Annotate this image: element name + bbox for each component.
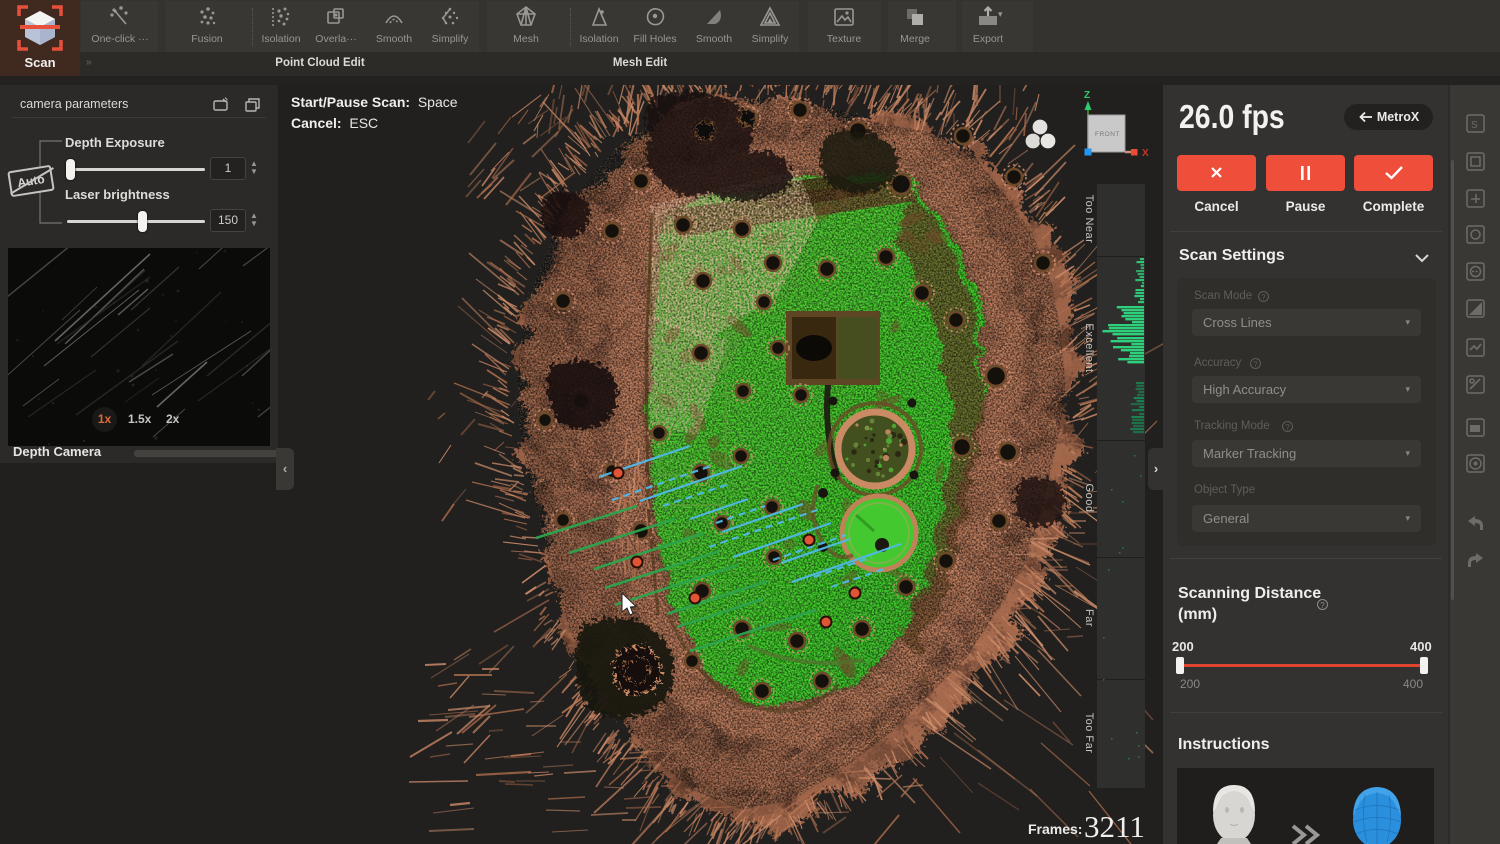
svg-text:X: X	[1142, 148, 1149, 159]
svg-text:S: S	[1471, 120, 1478, 131]
svg-text:FRONT: FRONT	[1095, 131, 1120, 138]
svg-text:Z: Z	[1084, 90, 1090, 101]
